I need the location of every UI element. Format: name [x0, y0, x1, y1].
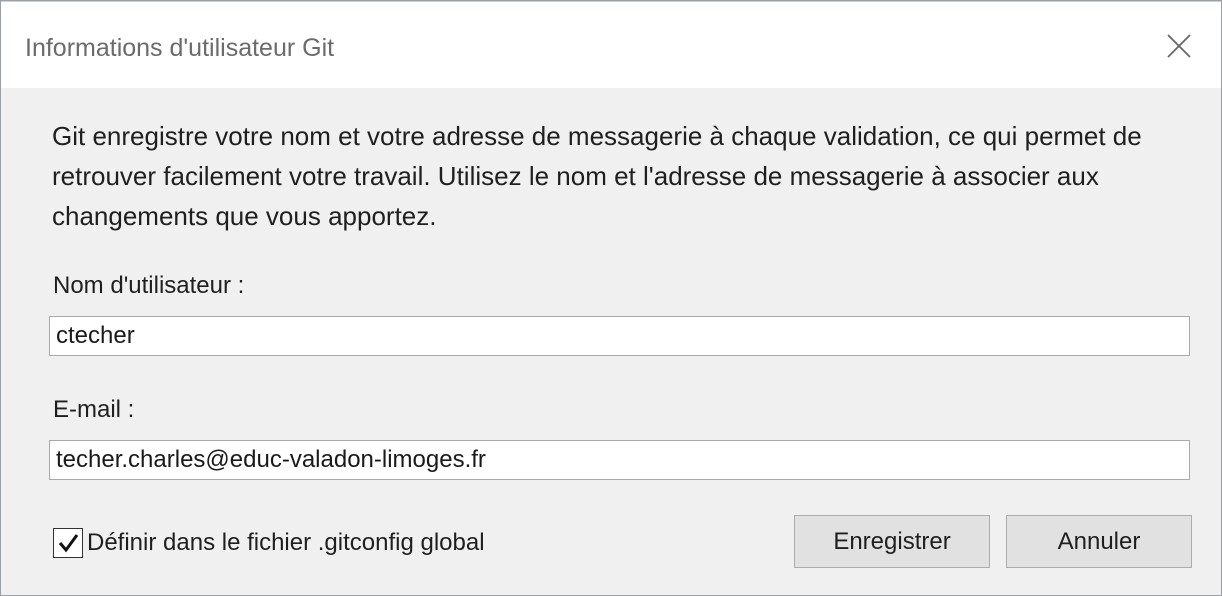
- dialog-titlebar: Informations d'utilisateur Git: [1, 1, 1221, 88]
- global-config-label: Définir dans le fichier .gitconfig globa…: [87, 529, 485, 556]
- global-config-checkbox-row[interactable]: Définir dans le fichier .gitconfig globa…: [53, 528, 485, 558]
- dialog-description: Git enregistre votre nom et votre adress…: [52, 121, 1142, 231]
- email-input[interactable]: [49, 440, 1190, 480]
- username-input[interactable]: [49, 316, 1190, 356]
- username-label: Nom d'utilisateur :: [53, 272, 245, 299]
- email-label: E-mail :: [53, 396, 135, 423]
- save-button[interactable]: Enregistrer: [794, 515, 990, 568]
- global-config-checkbox[interactable]: [53, 528, 83, 558]
- dialog-content: Git enregistre votre nom et votre adress…: [1, 88, 1221, 595]
- checkmark-icon: [58, 534, 79, 553]
- dialog-title: Informations d'utilisateur Git: [25, 34, 335, 62]
- close-button[interactable]: [1157, 24, 1201, 68]
- cancel-button[interactable]: Annuler: [1006, 515, 1192, 568]
- git-user-info-dialog: Informations d'utilisateur Git Git enreg…: [0, 0, 1222, 596]
- close-icon: [1167, 34, 1191, 58]
